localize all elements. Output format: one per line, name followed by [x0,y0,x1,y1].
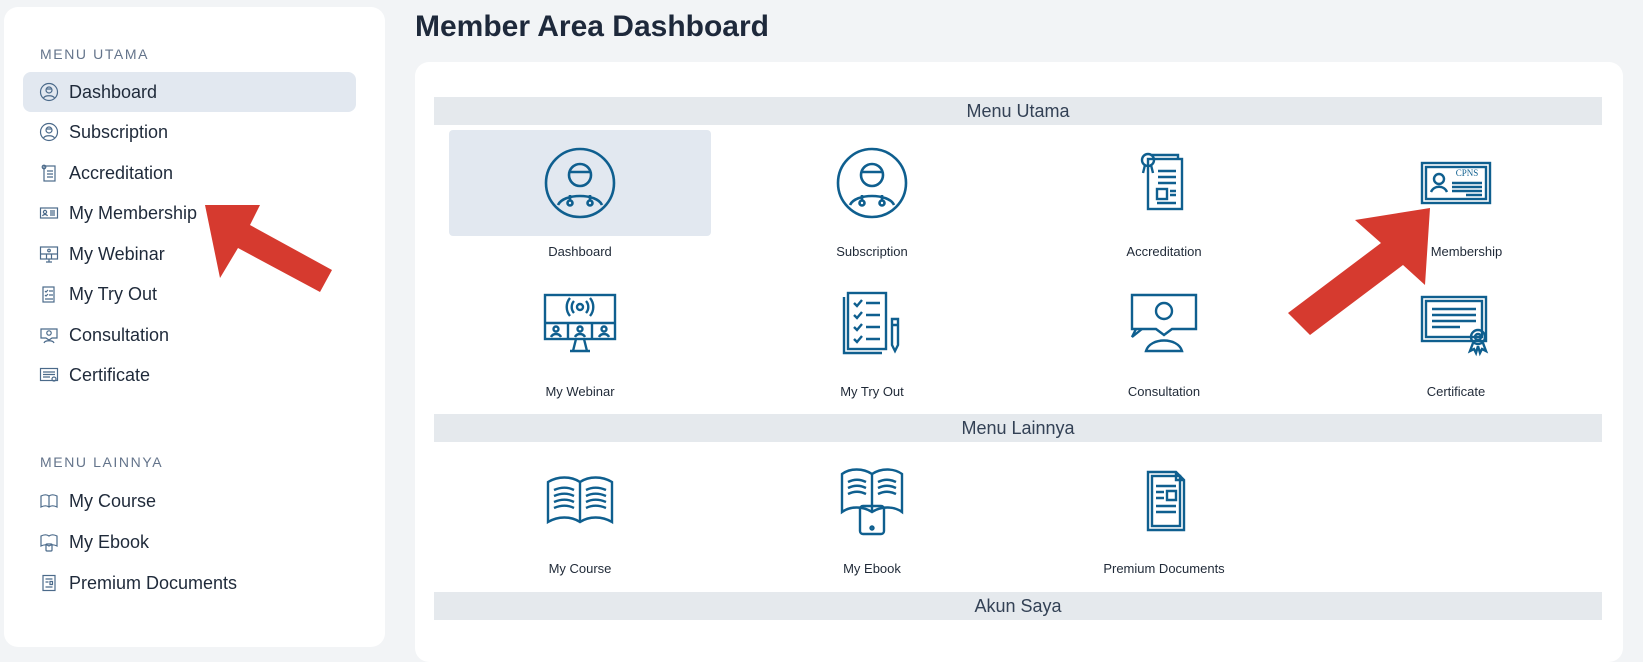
consultation-icon [39,325,59,345]
certificate-icon [39,365,59,385]
tile-label: My Ebook [843,561,901,576]
tile-label: My Try Out [840,384,904,399]
tile-dashboard[interactable]: Dashboard [449,130,711,259]
tile-label: Dashboard [548,244,612,259]
sidebar-item-label: Accreditation [69,162,174,183]
sidebar-heading-menu-lainnya: MENU LAINNYA [40,454,164,470]
sidebar-item-certificate[interactable]: Certificate [23,355,356,395]
tile-my-webinar[interactable]: My Webinar [449,270,711,399]
sidebar-heading-menu-utama: MENU UTAMA [40,46,150,62]
section-header-menu-lainnya: Menu Lainnya [434,414,1602,442]
webinar-icon [39,244,59,264]
sidebar-item-my-try-out[interactable]: My Try Out [23,274,356,314]
sidebar-item-label: My Ebook [69,531,150,552]
accreditation-doc-icon [1140,152,1184,211]
sidebar-item-label: Premium Documents [69,572,238,593]
open-book-icon [39,491,59,511]
tile-my-membership[interactable]: CPNS My Membership [1325,130,1587,259]
tile-premium-documents[interactable]: Premium Documents [1033,447,1295,576]
ebook-icon [39,532,59,552]
tile-label: My Webinar [545,384,615,399]
page-title: Member Area Dashboard [415,10,769,43]
tile-consultation[interactable]: Consultation [1033,270,1295,399]
tile-label: My Membership [1409,244,1503,259]
checklist-icon [842,291,900,355]
tile-subscription[interactable]: Subscription [741,130,1003,259]
tile-label: Accreditation [1126,244,1202,259]
dashboard-card: Menu Utama Dashboard Subscription Accred… [415,62,1623,662]
section-header-menu-utama: Menu Utama [434,97,1602,125]
id-card-icon [39,203,59,223]
sidebar-item-label: My Membership [69,202,198,223]
tile-my-course[interactable]: My Course [449,447,711,576]
sidebar: MENU UTAMA Dashboard Subscription Accred… [4,7,385,647]
sidebar-item-label: Dashboard [69,81,158,102]
tile-my-ebook[interactable]: My Ebook [741,447,1003,576]
doctor-icon [39,82,59,102]
tile-accreditation[interactable]: Accreditation [1033,130,1295,259]
sidebar-item-premium-documents[interactable]: Premium Documents [23,563,356,603]
sidebar-item-dashboard[interactable]: Dashboard [23,72,356,112]
sidebar-item-consultation[interactable]: Consultation [23,315,356,355]
doctor-icon [836,147,908,219]
sidebar-item-subscription[interactable]: Subscription [23,112,356,152]
sidebar-item-my-ebook[interactable]: My Ebook [23,522,356,562]
sidebar-item-accreditation[interactable]: Accreditation [23,153,356,193]
tile-label: Consultation [1127,384,1201,399]
webinar-icon [543,293,617,353]
tile-label: Premium Documents [1103,561,1225,576]
sidebar-item-my-membership[interactable]: My Membership [23,193,356,233]
certificate-icon [1420,295,1489,357]
sidebar-item-label: My Webinar [69,243,165,264]
sidebar-item-label: Subscription [69,121,169,142]
id-card-icon: CPNS [1420,161,1492,205]
tile-label: Certificate [1426,384,1486,399]
tile-my-try-out[interactable]: My Try Out [741,270,1003,399]
open-book-icon [546,476,614,525]
accreditation-doc-icon [39,163,59,183]
ebook-icon [840,468,904,536]
sidebar-item-label: Certificate [69,364,151,385]
document-icon [1146,470,1186,532]
doctor-icon [39,122,59,142]
sidebar-item-my-course[interactable]: My Course [23,481,356,521]
sidebar-item-my-webinar[interactable]: My Webinar [23,234,356,274]
svg-text:CPNS: CPNS [1456,168,1479,178]
sidebar-item-label: My Course [69,490,157,511]
consultation-icon [1130,293,1198,353]
section-header-akun-saya: Akun Saya [434,592,1602,620]
doctor-icon [544,147,616,219]
tile-label: My Course [548,561,612,576]
tile-label: Subscription [836,244,908,259]
sidebar-item-label: Consultation [69,324,170,345]
sidebar-item-label: My Try Out [69,283,158,304]
checklist-icon [39,284,59,304]
document-icon [39,573,59,593]
tile-certificate[interactable]: Certificate [1325,270,1587,399]
